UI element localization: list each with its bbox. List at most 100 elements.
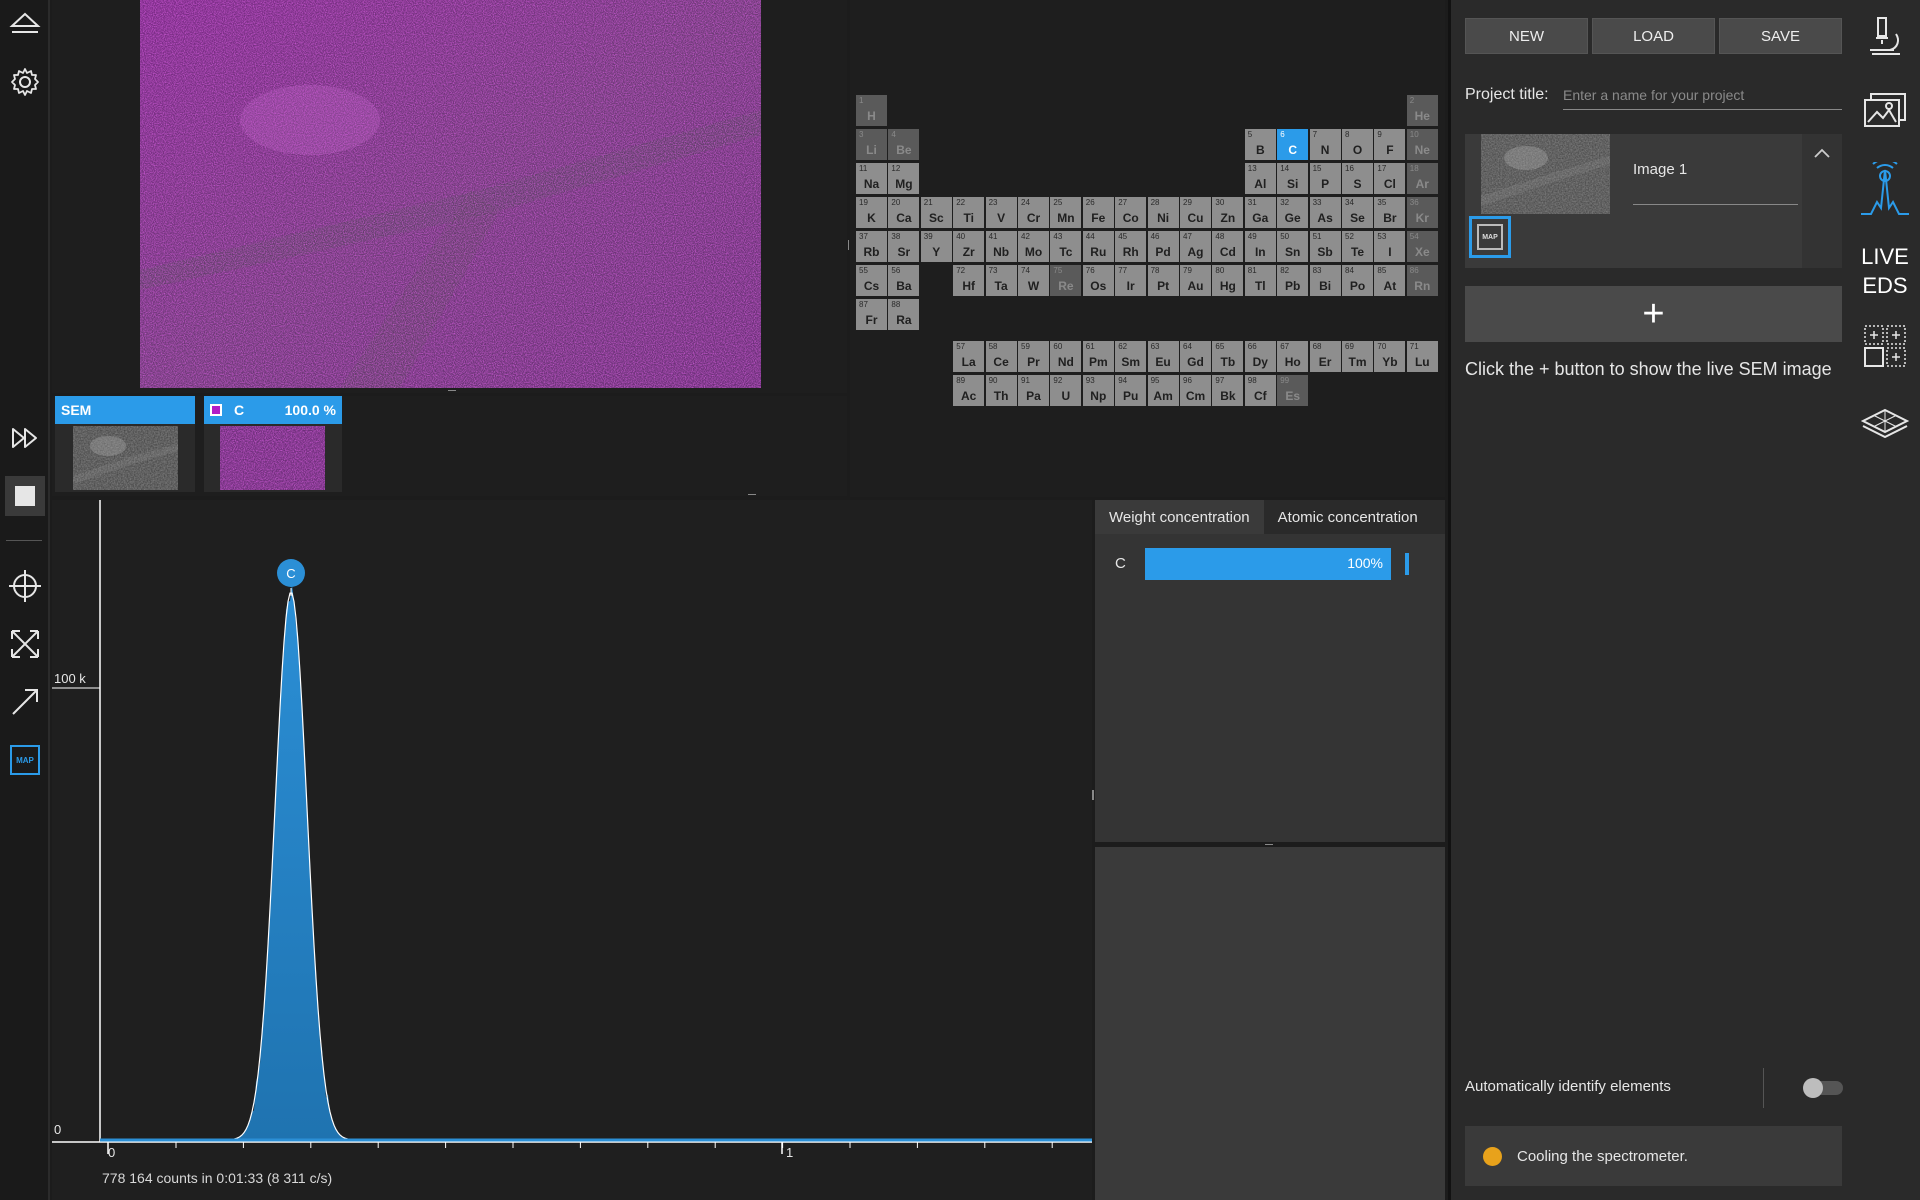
element-pr[interactable]: 59 Pr: [1018, 341, 1049, 372]
element-tm[interactable]: 69 Tm: [1342, 341, 1373, 372]
tab-atomic-concentration[interactable]: Atomic concentration: [1264, 500, 1432, 534]
element-kr[interactable]: 36 Kr: [1406, 197, 1438, 228]
element-pt[interactable]: 78 Pt: [1147, 265, 1179, 296]
element-ba[interactable]: 56 Ba: [888, 265, 920, 296]
element-mo[interactable]: 42 Mo: [1018, 231, 1049, 262]
element-sm[interactable]: 62 Sm: [1115, 341, 1147, 372]
element-rh[interactable]: 45 Rh: [1115, 231, 1147, 262]
element-fr[interactable]: 87 Fr: [856, 299, 887, 330]
element-ge[interactable]: 32 Ge: [1277, 197, 1309, 228]
eds-map-image[interactable]: [140, 0, 761, 388]
auto-identify-toggle[interactable]: [1803, 1078, 1843, 1098]
element-k[interactable]: 19 K: [856, 197, 887, 228]
project-title-input[interactable]: [1563, 80, 1842, 110]
load-button[interactable]: LOAD: [1592, 18, 1715, 54]
element-yb[interactable]: 70 Yb: [1374, 341, 1406, 372]
image-card[interactable]: Image 1 MAP: [1465, 134, 1842, 268]
element-au[interactable]: 79 Au: [1180, 265, 1211, 296]
grid-select-icon[interactable]: [1850, 324, 1920, 368]
element-ne[interactable]: 10 Ne: [1406, 129, 1438, 160]
element-np[interactable]: 93 Np: [1082, 375, 1114, 406]
element-er[interactable]: 68 Er: [1309, 341, 1341, 372]
element-sc[interactable]: 21 Sc: [920, 197, 952, 228]
strip-resize-handle[interactable]: [748, 494, 756, 495]
element-es[interactable]: 99 Es: [1277, 375, 1309, 406]
element-as[interactable]: 33 As: [1309, 197, 1341, 228]
element-te[interactable]: 52 Te: [1342, 231, 1373, 262]
element-y[interactable]: 39 Y: [920, 231, 952, 262]
element-cs[interactable]: 55 Cs: [856, 265, 887, 296]
element-fe[interactable]: 26 Fe: [1082, 197, 1114, 228]
arrow-icon[interactable]: [5, 682, 45, 722]
element-os[interactable]: 76 Os: [1082, 265, 1114, 296]
element-th[interactable]: 90 Th: [985, 375, 1017, 406]
collapse-button[interactable]: [1802, 134, 1842, 268]
element-s[interactable]: 16 S: [1342, 163, 1373, 194]
element-ce[interactable]: 58 Ce: [985, 341, 1017, 372]
element-he[interactable]: 2 He: [1406, 95, 1438, 126]
element-hg[interactable]: 80 Hg: [1212, 265, 1244, 296]
element-p[interactable]: 15 P: [1309, 163, 1341, 194]
element-o[interactable]: 8O: [1342, 129, 1373, 160]
element-u[interactable]: 92 U: [1050, 375, 1082, 406]
tab-weight-concentration[interactable]: Weight concentration: [1095, 500, 1264, 534]
element-sb[interactable]: 51 Sb: [1309, 231, 1341, 262]
element-cr[interactable]: 24 Cr: [1018, 197, 1049, 228]
element-ar[interactable]: 18 Ar: [1406, 163, 1438, 194]
element-nd[interactable]: 60 Nd: [1050, 341, 1082, 372]
element-zr[interactable]: 40 Zr: [953, 231, 985, 262]
new-button[interactable]: NEW: [1465, 18, 1588, 54]
element-nb[interactable]: 41 Nb: [985, 231, 1017, 262]
element-xe[interactable]: 54 Xe: [1406, 231, 1438, 262]
live-eds-icon[interactable]: [1850, 162, 1920, 218]
element-co[interactable]: 27 Co: [1115, 197, 1147, 228]
element-hf[interactable]: 72 Hf: [953, 265, 985, 296]
element-se[interactable]: 34 Se: [1342, 197, 1373, 228]
element-v[interactable]: 23 V: [985, 197, 1017, 228]
element-at[interactable]: 85 At: [1374, 265, 1406, 296]
element-tb[interactable]: 65 Tb: [1212, 341, 1244, 372]
gear-icon[interactable]: [5, 62, 45, 102]
element-n[interactable]: 7N: [1309, 129, 1341, 160]
element-pu[interactable]: 94 Pu: [1115, 375, 1147, 406]
microscope-icon[interactable]: [1850, 14, 1920, 58]
element-c[interactable]: 6C: [1277, 129, 1309, 160]
element-tl[interactable]: 81 Tl: [1244, 265, 1276, 296]
image-card-name[interactable]: Image 1: [1633, 161, 1687, 178]
element-h[interactable]: 1H: [856, 95, 887, 126]
element-pm[interactable]: 61 Pm: [1082, 341, 1114, 372]
element-i[interactable]: 53 I: [1374, 231, 1406, 262]
element-b[interactable]: 5B: [1244, 129, 1276, 160]
save-button[interactable]: SAVE: [1719, 18, 1842, 54]
element-ra[interactable]: 88 Ra: [888, 299, 920, 330]
fast-forward-icon[interactable]: [5, 418, 45, 458]
element-be[interactable]: 4 Be: [888, 129, 920, 160]
element-ta[interactable]: 73 Ta: [985, 265, 1017, 296]
element-pa[interactable]: 91 Pa: [1018, 375, 1049, 406]
element-zn[interactable]: 30 Zn: [1212, 197, 1244, 228]
element-re[interactable]: 75 Re: [1050, 265, 1082, 296]
element-si[interactable]: 14 Si: [1277, 163, 1309, 194]
element-po[interactable]: 84 Po: [1342, 265, 1373, 296]
carbon-map-thumbnail[interactable]: C 100.0 %: [204, 396, 342, 492]
element-cl[interactable]: 17 Cl: [1374, 163, 1406, 194]
element-lu[interactable]: 71 Lu: [1406, 341, 1438, 372]
eject-icon[interactable]: [5, 4, 45, 44]
element-ho[interactable]: 67 Ho: [1277, 341, 1309, 372]
element-ac[interactable]: 89 Ac: [953, 375, 985, 406]
element-ga[interactable]: 31 Ga: [1244, 197, 1276, 228]
stop-icon[interactable]: [5, 476, 45, 516]
element-li[interactable]: 3 Li: [856, 129, 887, 160]
concentration-resize-handle[interactable]: [1265, 844, 1273, 845]
sem-thumbnail[interactable]: SEM: [55, 396, 195, 492]
layers-icon[interactable]: [1850, 408, 1920, 438]
expand-icon[interactable]: [5, 624, 45, 664]
element-na[interactable]: 11 Na: [856, 163, 887, 194]
element-ni[interactable]: 28 Ni: [1147, 197, 1179, 228]
spectrum-resize-handle[interactable]: [1092, 790, 1094, 800]
image-card-map-button[interactable]: MAP: [1469, 216, 1511, 258]
element-ru[interactable]: 44 Ru: [1082, 231, 1114, 262]
spectrum-plot[interactable]: 100 k 0 0 1 C: [52, 500, 1094, 1200]
element-pb[interactable]: 82 Pb: [1277, 265, 1309, 296]
element-w[interactable]: 74 W: [1018, 265, 1049, 296]
